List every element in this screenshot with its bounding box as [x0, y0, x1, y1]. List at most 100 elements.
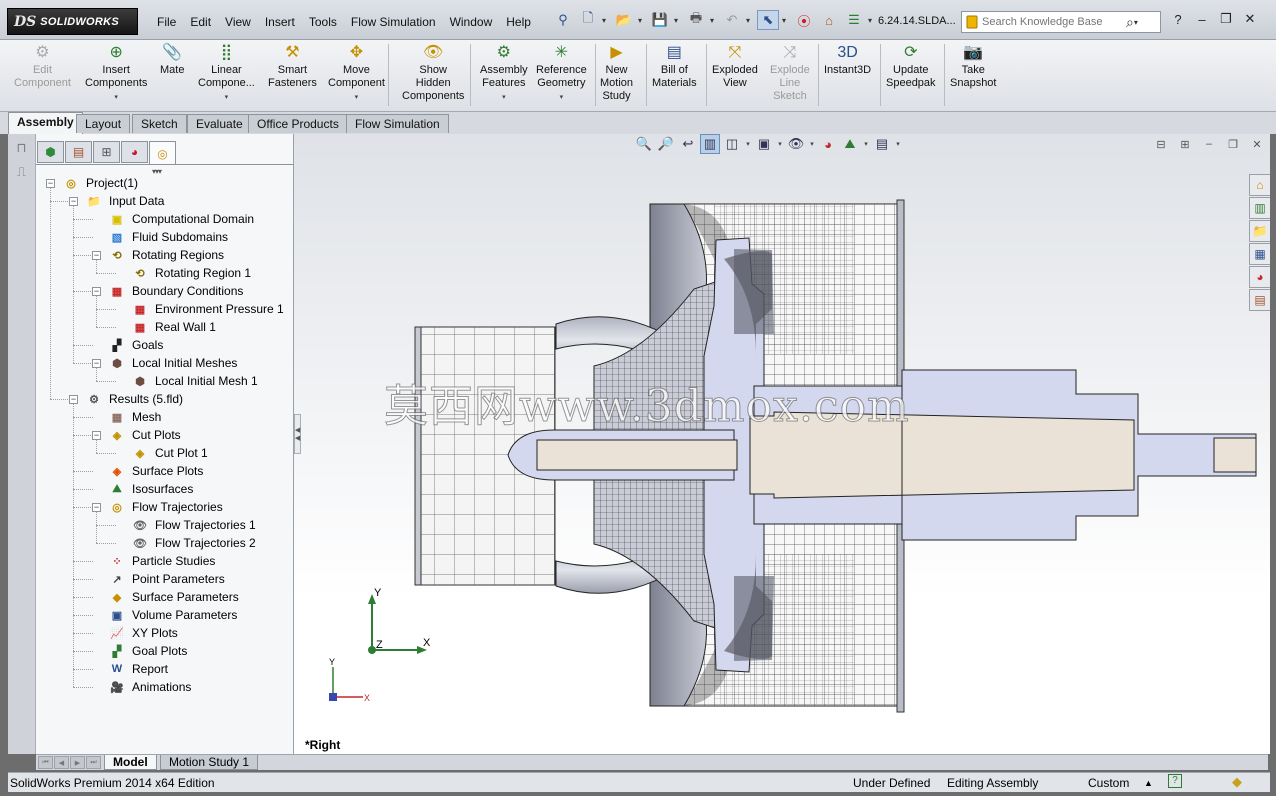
first-tab-icon[interactable]: ⏮ — [38, 756, 53, 769]
collapse-toggle-icon[interactable]: − — [92, 287, 101, 296]
linear-pattern-button[interactable]: ⣿ Linear Compone... ▾ — [198, 42, 255, 104]
speedpak-button[interactable]: ⟳ Update Speedpak — [886, 42, 936, 90]
configuration-manager-tab-icon[interactable]: ⊞ — [93, 141, 120, 163]
display-manager-tab-icon[interactable]: ◕ — [121, 141, 148, 163]
tree-item[interactable]: 👁 Flow Trajectories 2 — [131, 534, 256, 552]
options-icon[interactable]: ☰ — [843, 10, 865, 30]
chevron-down-icon[interactable]: ▾ — [674, 16, 682, 25]
chevron-down-icon[interactable]: ▾ — [1134, 18, 1142, 27]
tree-item[interactable]: ◈ Cut Plot 1 — [131, 444, 208, 462]
motion-study-button[interactable]: ▶ New Motion Study — [600, 42, 633, 103]
chevron-down-icon[interactable]: ▾ — [868, 16, 876, 25]
menu-tools[interactable]: Tools — [302, 12, 344, 32]
pin-icon[interactable]: ⚲ — [552, 10, 574, 30]
menu-view[interactable]: View — [218, 12, 258, 32]
chevron-down-icon[interactable]: ▾ — [638, 16, 646, 25]
reference-geometry-button[interactable]: ✳ Reference Geometry ▾ — [536, 42, 587, 104]
status-units[interactable]: Custom — [1088, 776, 1129, 790]
chevron-down-icon[interactable]: ▾ — [782, 16, 790, 25]
snapshot-button[interactable]: 📷 Take Snapshot — [950, 42, 996, 90]
chevron-down-icon[interactable]: ▾ — [560, 91, 564, 104]
explode-line-button[interactable]: ⤨ Explode Line Sketch — [770, 42, 810, 103]
tree-item[interactable]: ◆ Surface Parameters — [108, 588, 239, 606]
smart-fasteners-button[interactable]: ⚒ Smart Fasteners — [268, 42, 317, 90]
tag-icon[interactable]: ◆ — [1232, 774, 1242, 790]
tree-item[interactable]: ◈ Surface Plots — [108, 462, 204, 480]
undo-icon[interactable]: ↶ — [721, 10, 743, 30]
tree-item[interactable]: ▞ Goal Plots — [108, 642, 188, 660]
print-icon[interactable]: 🖶 — [685, 10, 707, 30]
tab-office-products[interactable]: Office Products — [248, 114, 348, 133]
collapse-chevron-icon[interactable]: ▾▾▾ — [152, 167, 162, 176]
property-manager-tab-icon[interactable]: ▤ — [65, 141, 92, 163]
prev-tab-icon[interactable]: ◀ — [54, 756, 69, 769]
tree-item[interactable]: 🎥 Animations — [108, 678, 191, 696]
tree-item[interactable]: ▣ Volume Parameters — [108, 606, 238, 624]
edit-component-button[interactable]: ⚙ Edit Component — [14, 42, 71, 90]
units-up-icon[interactable]: ▲ — [1144, 778, 1153, 788]
help-icon[interactable]: ? — [1168, 774, 1182, 788]
tab-layout[interactable]: Layout — [76, 114, 131, 133]
menu-window[interactable]: Window — [443, 12, 500, 32]
tree-item[interactable]: ◎ Flow Trajectories — [108, 498, 223, 516]
next-tab-icon[interactable]: ▶ — [70, 756, 85, 769]
collapse-toggle-icon[interactable]: − — [92, 431, 101, 440]
solidworks-logo[interactable]: DS SOLIDWORKS — [7, 8, 138, 35]
chevron-down-icon[interactable]: ▾ — [746, 16, 754, 25]
tree-item[interactable]: ▣ Computational Domain — [108, 210, 254, 228]
collapse-toggle-icon[interactable]: − — [92, 503, 101, 512]
tree-item[interactable]: ▧ Fluid Subdomains — [108, 228, 228, 246]
chevron-down-icon[interactable]: ▾ — [225, 91, 229, 104]
mate-button[interactable]: 📎 Mate — [160, 42, 184, 77]
flow-simulation-tab-icon[interactable]: ◎ — [149, 141, 176, 165]
tree-item[interactable]: ⟲ Rotating Region 1 — [131, 264, 251, 282]
instant3d-button[interactable]: 3D Instant3D — [824, 42, 871, 77]
tab-motion-study-1[interactable]: Motion Study 1 — [160, 755, 259, 770]
file-properties-icon[interactable]: ⌂ — [818, 10, 840, 30]
help-icon[interactable]: ? — [1170, 12, 1186, 27]
tree-item[interactable]: ▦ Boundary Conditions — [108, 282, 244, 300]
feature-tree-tab-icon[interactable]: ⬢ — [37, 141, 64, 163]
close-icon[interactable]: ✕ — [1242, 11, 1258, 27]
tree-item[interactable]: ⚙ Results (5.fld) — [85, 390, 183, 408]
tab-sketch[interactable]: Sketch — [132, 114, 187, 133]
tree-item[interactable]: 📈 XY Plots — [108, 624, 178, 642]
knowledge-base-search[interactable]: ⌕ ▾ — [961, 11, 1161, 33]
tree-item[interactable]: ▦ Environment Pressure 1 — [131, 300, 284, 318]
show-hidden-button[interactable]: 👁 Show Hidden Components — [402, 42, 464, 103]
select-cursor-icon[interactable]: ⬉ — [757, 10, 779, 30]
menu-flow-simulation[interactable]: Flow Simulation — [344, 12, 443, 32]
sketch-relation-icon[interactable]: ⊓ — [13, 140, 31, 158]
assembly-features-button[interactable]: ⚙ Assembly Features ▾ — [480, 42, 528, 104]
new-document-icon[interactable]: 🗋 — [577, 10, 599, 30]
chevron-down-icon[interactable]: ▾ — [602, 16, 610, 25]
tree-item[interactable]: ⟲ Rotating Regions — [108, 246, 224, 264]
chevron-down-icon[interactable]: ▾ — [710, 16, 718, 25]
tree-item[interactable]: ⬢ Local Initial Mesh 1 — [131, 372, 258, 390]
tree-item[interactable]: ↗ Point Parameters — [108, 570, 224, 588]
tree-item[interactable]: ⛰ Isosurfaces — [108, 480, 193, 498]
tree-item[interactable]: ▞ Goals — [108, 336, 164, 354]
tree-item[interactable]: ◈ Cut Plots — [108, 426, 181, 444]
menu-insert[interactable]: Insert — [258, 12, 302, 32]
tree-item[interactable]: ⁘ Particle Studies — [108, 552, 215, 570]
open-folder-icon[interactable]: 📂 — [613, 10, 635, 30]
insert-components-button[interactable]: ⊕ Insert Components ▾ — [85, 42, 147, 104]
chevron-down-icon[interactable]: ▾ — [502, 91, 506, 104]
tree-item[interactable]: 👁 Flow Trajectories 1 — [131, 516, 256, 534]
tab-model[interactable]: Model — [104, 755, 157, 770]
menu-edit[interactable]: Edit — [183, 12, 218, 32]
menu-help[interactable]: Help — [499, 12, 538, 32]
move-component-button[interactable]: ✥ Move Component ▾ — [328, 42, 385, 104]
restore-icon[interactable]: ❐ — [1218, 11, 1234, 27]
tree-item[interactable]: ⬢ Local Initial Meshes — [108, 354, 237, 372]
chevron-down-icon[interactable]: ▾ — [355, 91, 359, 104]
tree-item[interactable]: W Report — [108, 660, 168, 678]
collapse-toggle-icon[interactable]: − — [69, 197, 78, 206]
collapse-toggle-icon[interactable]: − — [92, 251, 101, 260]
minimize-icon[interactable]: – — [1194, 12, 1210, 27]
tab-assembly[interactable]: Assembly — [8, 112, 83, 134]
rebuild-traffic-light-icon[interactable]: ⦿ — [793, 10, 815, 30]
tree-item[interactable]: ◎ Project(1) — [62, 174, 138, 192]
chevron-down-icon[interactable]: ▾ — [114, 91, 118, 104]
